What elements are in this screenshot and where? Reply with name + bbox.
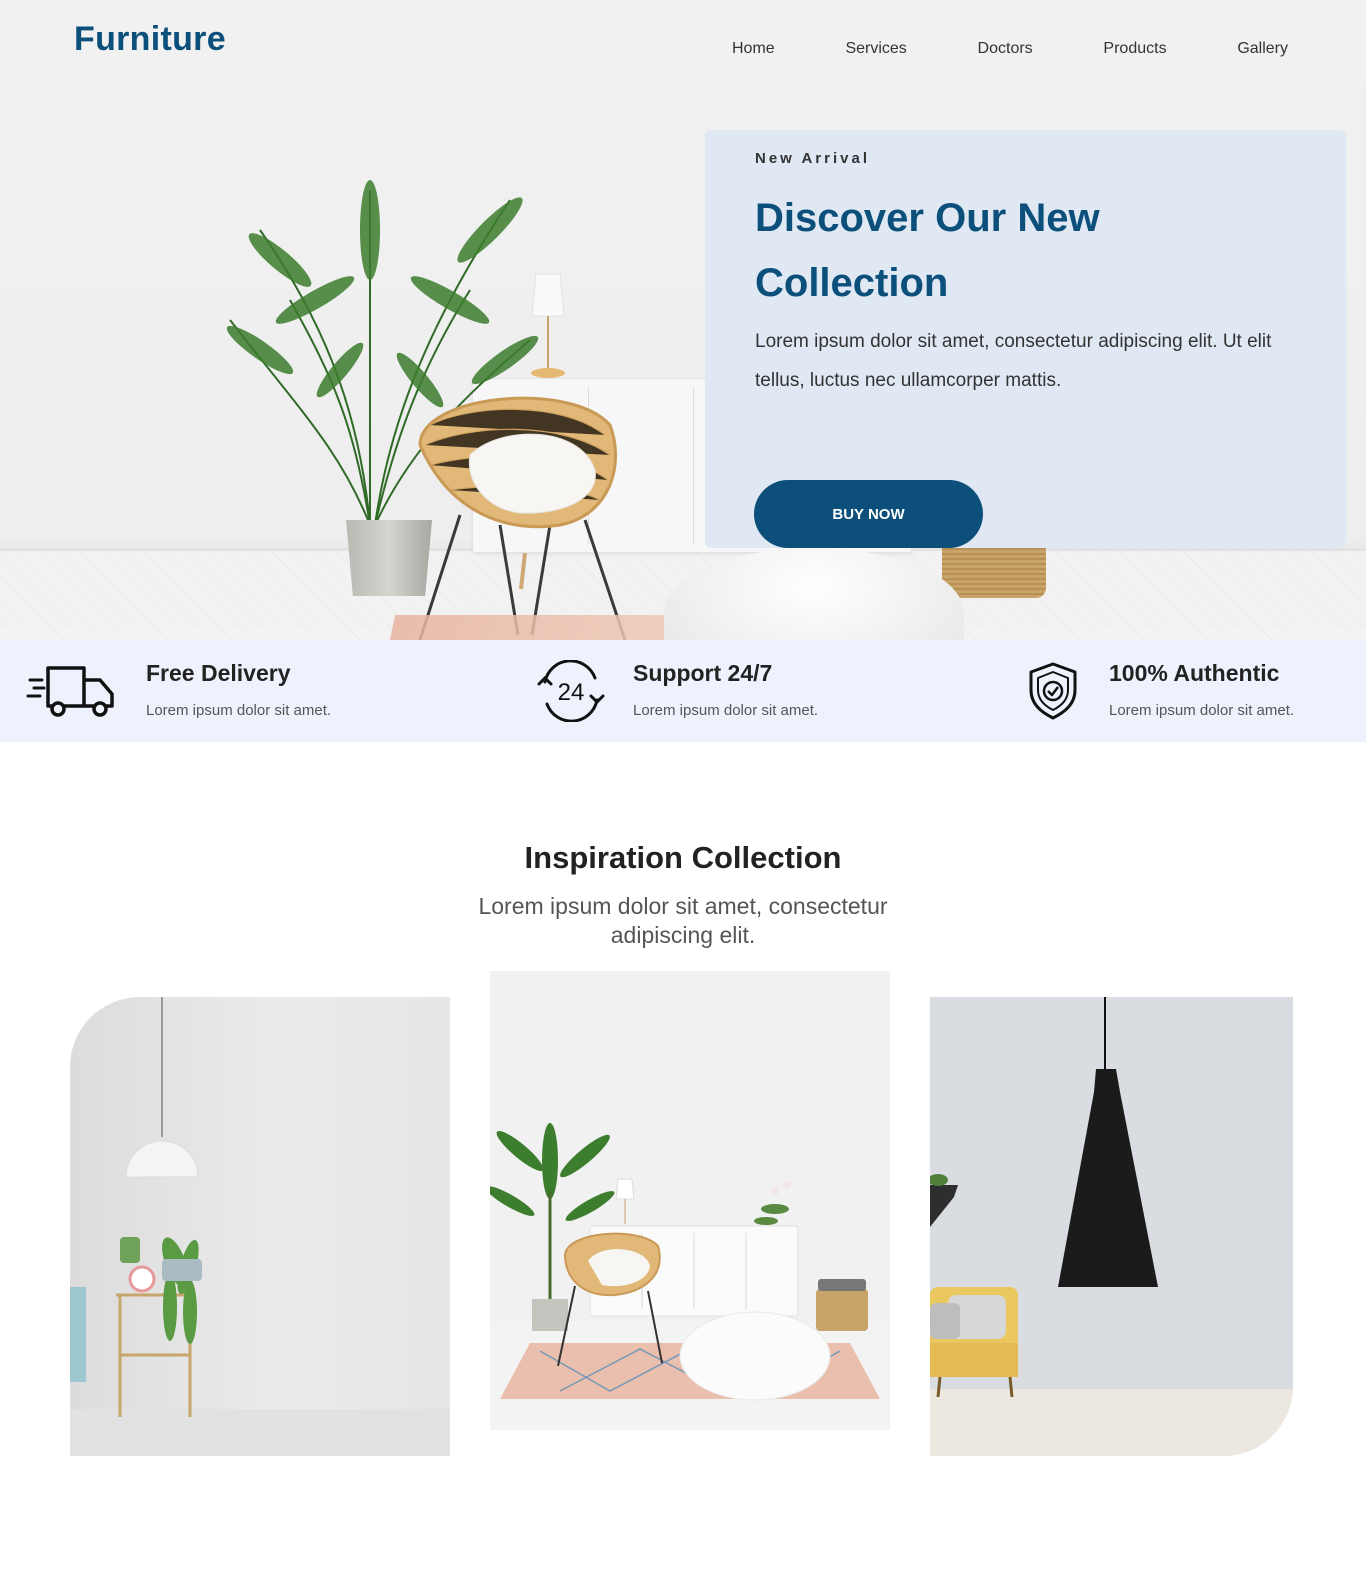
feature-title: Free Delivery — [146, 660, 291, 686]
nav-item-services[interactable]: Services — [845, 40, 906, 58]
feature-description: Lorem ipsum dolor sit amet. — [146, 702, 332, 719]
feature-authentic: 100% Authentic Lorem ipsum dolor sit ame… — [1025, 640, 1365, 742]
feature-description: Lorem ipsum dolor sit amet. — [1109, 702, 1295, 719]
feature-support: 24 Support 24/7 Lorem ipsum dolor sit am… — [535, 640, 955, 742]
hero-description: Lorem ipsum dolor sit amet, consectetur … — [755, 331, 1272, 391]
hero-section: Furniture Home Services Doctors Products… — [0, 0, 1366, 640]
main-nav: Home Services Doctors Products Gallery — [700, 40, 1320, 58]
inspiration-title: Inspiration Collection — [524, 840, 842, 875]
site-logo[interactable]: Furniture — [74, 20, 226, 59]
buy-now-button[interactable]: BUY NOW — [754, 480, 983, 548]
nav-item-doctors[interactable]: Doctors — [978, 40, 1033, 58]
inspiration-photo-living-room[interactable] — [490, 971, 890, 1430]
feature-title: Support 24/7 — [633, 660, 773, 686]
room-scene-2 — [490, 1123, 890, 1430]
nav-item-home[interactable]: Home — [732, 40, 775, 58]
nav-item-products[interactable]: Products — [1103, 40, 1166, 58]
rattan-chair-image — [418, 396, 627, 640]
feature-free-delivery: Free Delivery Lorem ipsum dolor sit amet… — [26, 640, 446, 742]
inspiration-subtitle: Lorem ipsum dolor sit amet, consectetur … — [478, 893, 888, 948]
feature-description: Lorem ipsum dolor sit amet. — [633, 702, 819, 719]
room-scene-3 — [930, 997, 1293, 1456]
hero-eyebrow: New Arrival — [755, 150, 870, 167]
support-24-icon: 24 — [537, 660, 605, 722]
delivery-truck-icon — [26, 666, 114, 717]
hero-card: New Arrival Discover Our New Collection … — [705, 130, 1346, 548]
inspiration-photo-black-lamp[interactable] — [930, 997, 1293, 1456]
hero-title: Discover Our New Collection — [755, 196, 1100, 305]
room-scene-1 — [70, 997, 450, 1456]
feature-title: 100% Authentic — [1109, 660, 1280, 686]
floor-rug — [388, 615, 696, 640]
shield-check-icon — [1029, 662, 1077, 720]
features-bar: Free Delivery Lorem ipsum dolor sit amet… — [0, 640, 1366, 742]
woven-basket — [942, 548, 1046, 598]
svg-text:24: 24 — [558, 679, 585, 706]
nav-item-gallery[interactable]: Gallery — [1237, 40, 1288, 58]
inspiration-photo-pendant-lamp[interactable] — [70, 997, 450, 1456]
